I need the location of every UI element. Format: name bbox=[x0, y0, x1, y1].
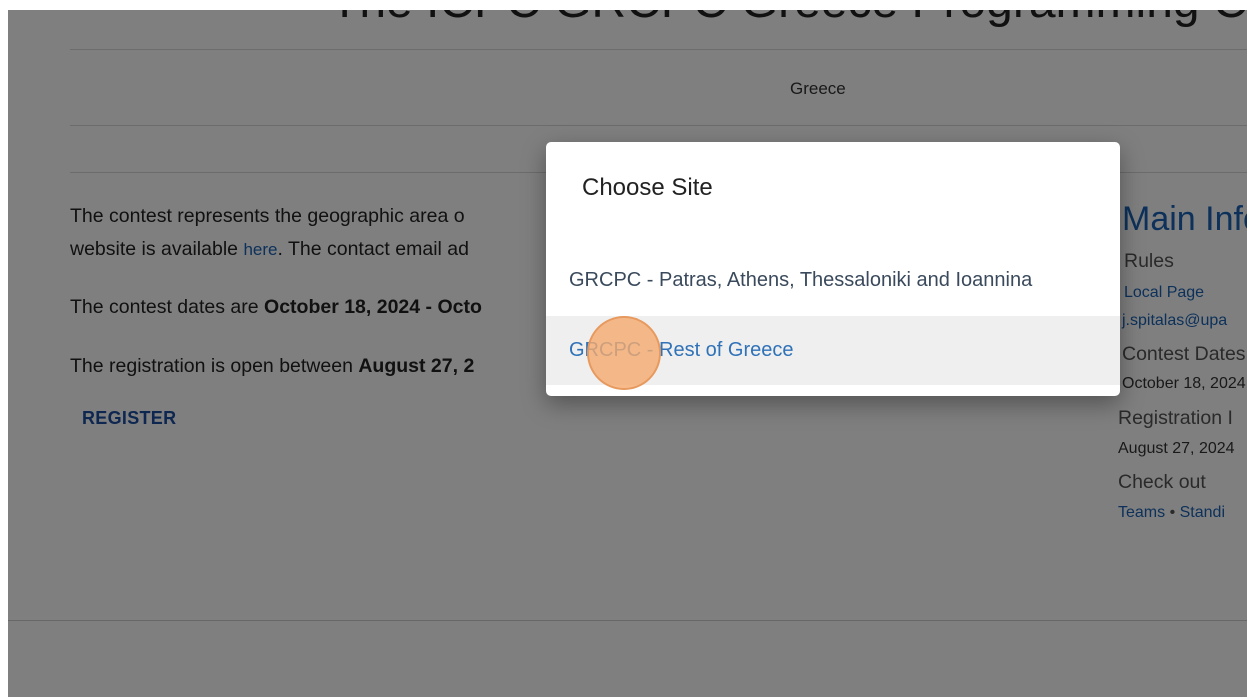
dialog-title: Choose Site bbox=[582, 174, 713, 201]
site-option-patras-athens[interactable]: GRCPC - Patras, Athens, Thessaloniki and… bbox=[546, 246, 1120, 315]
screen: The ICPC GRCPC Greece Programming Contes… bbox=[0, 0, 1247, 697]
site-option-label: GRCPC - Patras, Athens, Thessaloniki and… bbox=[569, 269, 1033, 291]
window-edge bbox=[0, 0, 8, 697]
click-indicator bbox=[587, 316, 661, 390]
